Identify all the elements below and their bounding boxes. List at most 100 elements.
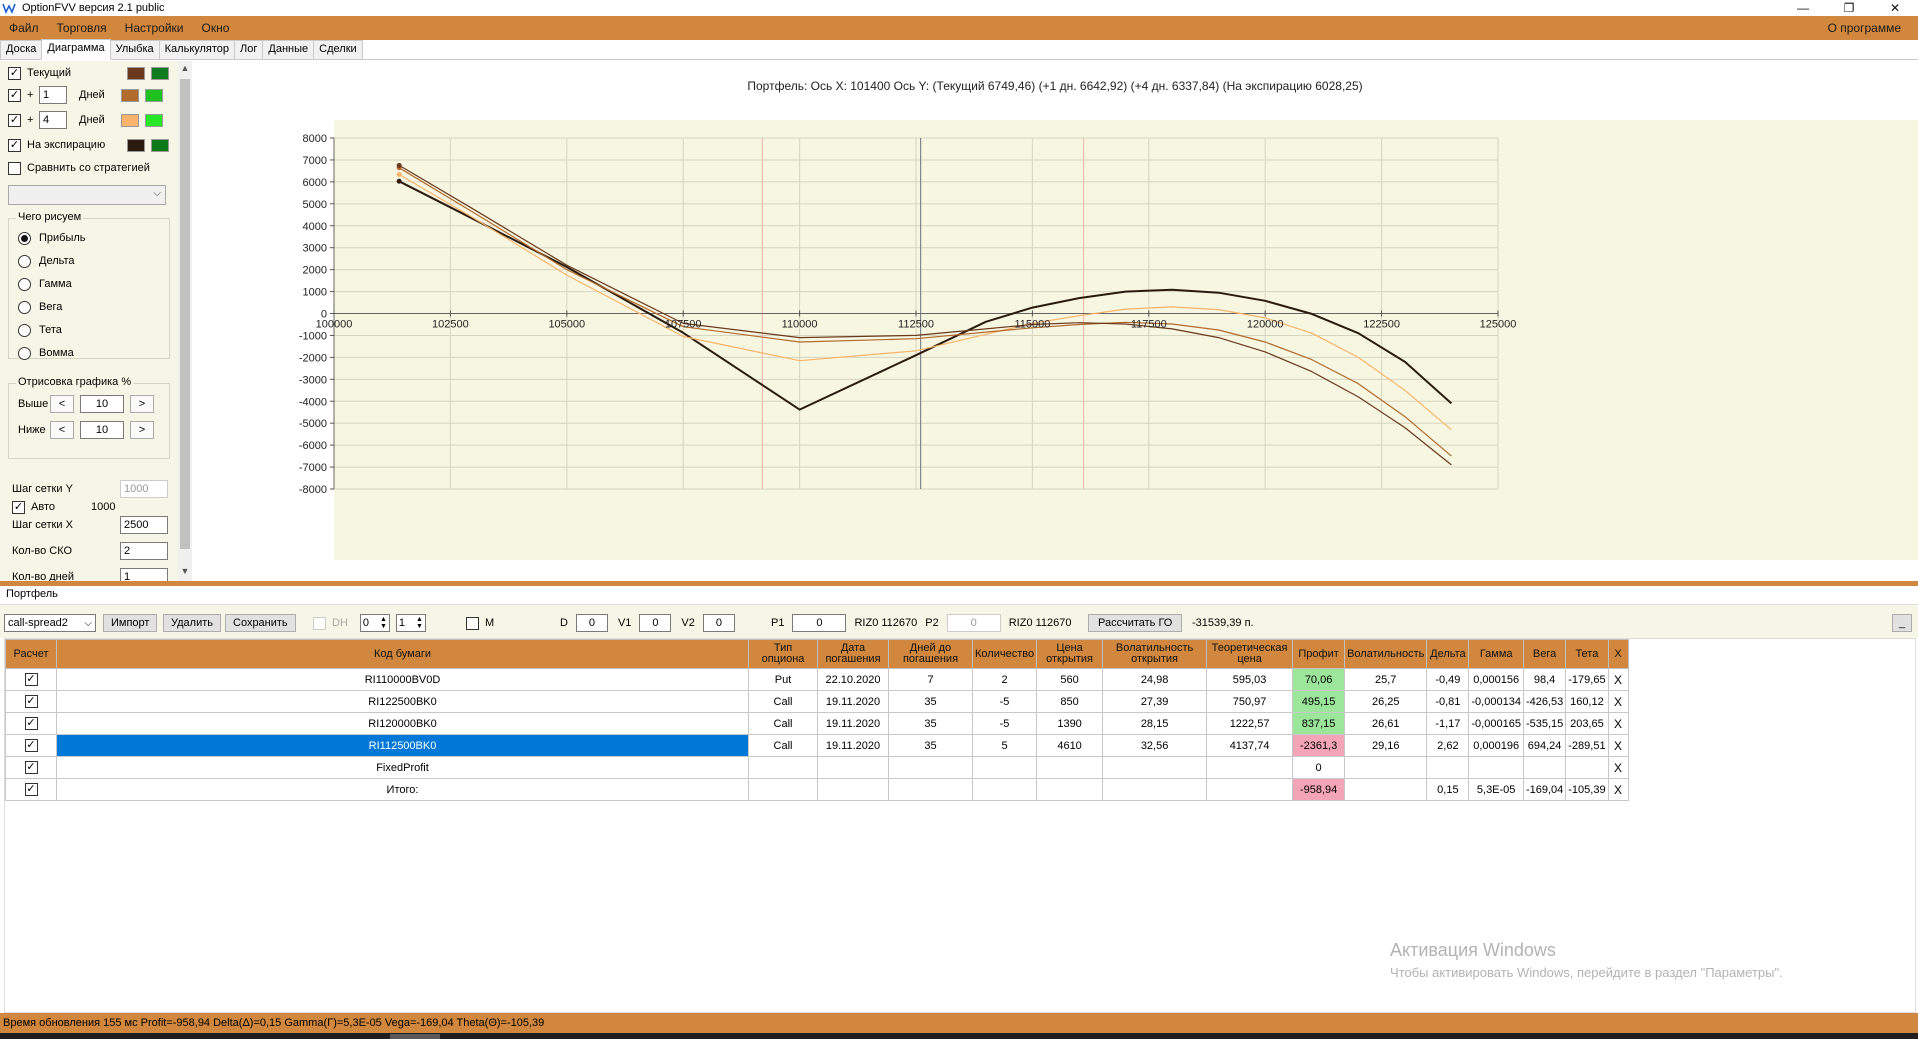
- auto-checkbox[interactable]: ✓: [12, 500, 25, 514]
- table-row[interactable]: ✓ Итого: -958,94 0,15 5,3E-05 -169,04 -105,39 X: [5, 778, 1629, 801]
- compare-checkbox[interactable]: [8, 161, 21, 175]
- plus2-color-b[interactable]: [145, 113, 163, 127]
- strategy-compare-select[interactable]: ⌵: [8, 185, 166, 205]
- dh-a-spinner[interactable]: 0 ▲ ▼: [359, 614, 390, 632]
- col-vol[interactable]: Волатильность: [1344, 639, 1428, 669]
- tab-diagram[interactable]: Диаграмма: [41, 39, 111, 60]
- radio-theta[interactable]: Тета: [18, 321, 62, 339]
- col-calc[interactable]: Расчет: [5, 639, 57, 669]
- m-checkbox[interactable]: [466, 616, 479, 630]
- code-cell[interactable]: Итого:: [56, 778, 749, 801]
- calc-checkbox[interactable]: ✓: [5, 756, 57, 779]
- code-cell[interactable]: RI120000BK0: [56, 712, 749, 735]
- v1-input[interactable]: 0: [639, 614, 672, 632]
- dh-checkbox[interactable]: [313, 616, 326, 630]
- plus1-checkbox[interactable]: ✓: [8, 88, 21, 102]
- expiry-color-a[interactable]: [127, 138, 145, 152]
- radio-vomma[interactable]: Вомма: [18, 344, 74, 362]
- above-increase-button[interactable]: >: [130, 395, 154, 413]
- code-cell[interactable]: FixedProfit: [56, 756, 749, 779]
- expiry-color-b[interactable]: [151, 138, 169, 152]
- radio-profit[interactable]: Прибыль: [18, 229, 86, 247]
- plus1-color-a[interactable]: [121, 88, 139, 102]
- remove-row-button[interactable]: X: [1607, 690, 1629, 713]
- payoff-chart[interactable]: Портфель: Ось X: 101400 Ось Y: (Текущий …: [192, 61, 1918, 581]
- menu-trade[interactable]: Торговля: [48, 21, 116, 35]
- minimize-button[interactable]: —: [1780, 1, 1826, 15]
- calc-checkbox[interactable]: ✓: [5, 734, 57, 757]
- menu-about[interactable]: О программе: [1819, 21, 1910, 35]
- plus2-checkbox[interactable]: ✓: [8, 113, 21, 127]
- calc-go-button[interactable]: Рассчитать ГО: [1088, 614, 1183, 632]
- scroll-thumb[interactable]: [180, 79, 190, 549]
- tab-log[interactable]: Лог: [234, 40, 264, 59]
- below-decrease-button[interactable]: <: [50, 421, 74, 439]
- col-gamma[interactable]: Гамма: [1468, 639, 1524, 669]
- below-input[interactable]: 10: [80, 421, 124, 439]
- calc-checkbox[interactable]: ✓: [5, 778, 57, 801]
- tab-calculator[interactable]: Калькулятор: [158, 40, 236, 59]
- radio-delta[interactable]: Дельта: [18, 252, 75, 270]
- col-theo[interactable]: Теоретическая цена: [1206, 639, 1294, 669]
- d-input[interactable]: 0: [575, 614, 608, 632]
- menu-file[interactable]: Файл: [0, 21, 48, 35]
- table-row[interactable]: ✓ RI112500BK0 Call 19.11.2020 35 5 4610 32,56 41…: [5, 734, 1629, 757]
- save-button[interactable]: Сохранить: [225, 614, 296, 632]
- remove-row-button[interactable]: X: [1607, 778, 1629, 801]
- col-vega[interactable]: Вега: [1522, 639, 1567, 669]
- above-input[interactable]: 10: [80, 395, 124, 413]
- p2-input[interactable]: 0: [946, 614, 1001, 632]
- col-type[interactable]: Тип опциона: [748, 639, 818, 669]
- col-remove[interactable]: X: [1607, 639, 1629, 669]
- col-days[interactable]: Дней до погашения: [888, 639, 973, 669]
- plus1-color-b[interactable]: [145, 88, 163, 102]
- plus2-days-input[interactable]: 4: [39, 111, 67, 129]
- code-cell[interactable]: RI112500BK0: [56, 734, 749, 757]
- close-button[interactable]: ✕: [1872, 1, 1918, 15]
- collapse-button[interactable]: _: [1892, 614, 1913, 632]
- plus1-days-input[interactable]: 1: [39, 86, 67, 104]
- calc-checkbox[interactable]: ✓: [5, 668, 57, 691]
- calc-checkbox[interactable]: ✓: [5, 690, 57, 713]
- remove-row-button[interactable]: X: [1607, 734, 1629, 757]
- col-date[interactable]: Дата погашения: [817, 639, 889, 669]
- sko-input[interactable]: 2: [120, 542, 168, 560]
- table-row[interactable]: ✓ RI120000BK0 Call 19.11.2020 35 -5 1390 28,15 1…: [5, 712, 1629, 735]
- above-decrease-button[interactable]: <: [50, 395, 74, 413]
- remove-row-button[interactable]: X: [1607, 712, 1629, 735]
- calc-checkbox[interactable]: ✓: [5, 712, 57, 735]
- current-color-b[interactable]: [151, 66, 169, 80]
- col-price[interactable]: Цена открытия: [1036, 639, 1104, 669]
- dh-b-spinner[interactable]: 1 ▲ ▼: [395, 614, 426, 632]
- current-checkbox[interactable]: ✓: [8, 66, 21, 80]
- tab-board[interactable]: Доска: [0, 40, 43, 59]
- table-row[interactable]: ✓ FixedProfit 0 X: [5, 756, 1629, 779]
- code-cell[interactable]: RI110000BV0D: [56, 668, 749, 691]
- col-vol-open[interactable]: Волатильность открытия: [1102, 639, 1208, 669]
- strategy-select[interactable]: call-spread2 ⌵: [4, 614, 96, 632]
- plus2-color-a[interactable]: [121, 113, 139, 127]
- tab-deals[interactable]: Сделки: [313, 40, 363, 59]
- left-panel-scrollbar[interactable]: ▲ ▼: [178, 61, 192, 581]
- menu-window[interactable]: Окно: [193, 21, 239, 35]
- p1-input[interactable]: 0: [792, 614, 847, 632]
- col-theta[interactable]: Тета: [1565, 639, 1609, 669]
- radio-vega[interactable]: Вега: [18, 298, 62, 316]
- col-profit[interactable]: Профит: [1292, 639, 1346, 669]
- days-count-input[interactable]: 1: [120, 568, 168, 581]
- remove-row-button[interactable]: X: [1607, 668, 1629, 691]
- menu-settings[interactable]: Настройки: [116, 21, 193, 35]
- table-row[interactable]: ✓ RI122500BK0 Call 19.11.2020 35 -5 850 27,39 75…: [5, 690, 1629, 713]
- expiry-checkbox[interactable]: ✓: [8, 138, 21, 152]
- table-row[interactable]: ✓ RI110000BV0D Put 22.10.2020 7 2 560 24,98 595,…: [5, 668, 1629, 691]
- tab-smile[interactable]: Улыбка: [109, 40, 160, 59]
- grid-y-input[interactable]: 1000: [120, 480, 168, 498]
- col-code[interactable]: Код бумаги: [56, 639, 749, 669]
- scroll-down-icon[interactable]: ▼: [178, 566, 192, 576]
- code-cell[interactable]: RI122500BK0: [56, 690, 749, 713]
- current-color-a[interactable]: [127, 66, 145, 80]
- col-delta[interactable]: Дельта: [1426, 639, 1470, 669]
- tab-data[interactable]: Данные: [262, 40, 315, 59]
- grid-x-input[interactable]: 2500: [120, 516, 168, 534]
- import-button[interactable]: Импорт: [103, 614, 158, 632]
